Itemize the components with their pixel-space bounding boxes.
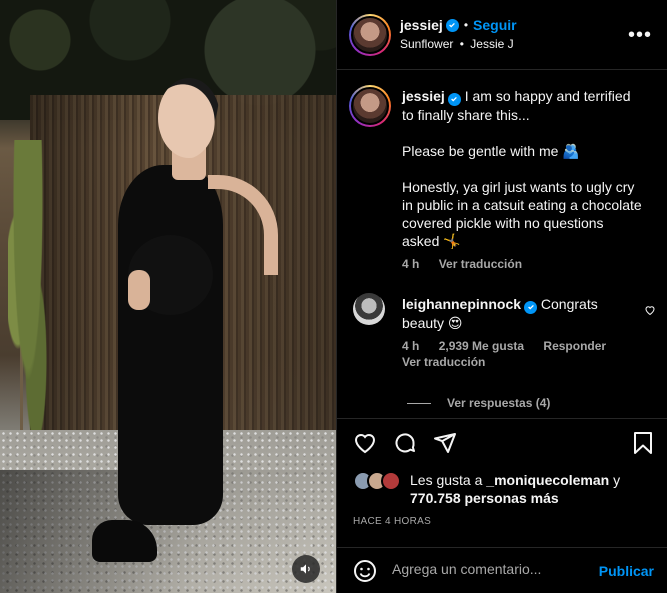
comment-time: 4 h	[402, 338, 420, 353]
audio-artist: Jessie J	[470, 37, 514, 51]
heart-icon	[354, 434, 376, 454]
commenter-username[interactable]: leighannepinnock	[402, 296, 521, 312]
comment-likes[interactable]: 2,939 Me gusta	[439, 339, 524, 353]
caption-line-2: Please be gentle with me 🫂	[402, 142, 580, 159]
post-media[interactable]	[0, 0, 336, 593]
likes-summary: Les gusta a _moniquecoleman y 770.758 pe…	[410, 471, 650, 507]
likes-count[interactable]: 770.758 personas más	[410, 489, 650, 507]
emoji-icon	[354, 560, 376, 582]
save-button[interactable]	[632, 431, 654, 455]
volume-icon	[300, 564, 310, 574]
comment-meta: 4 h 2,939 Me gusta Responder Ver traducc…	[402, 338, 642, 370]
verified-icon	[524, 300, 538, 314]
follow-button[interactable]: Seguir	[473, 17, 517, 33]
more-icon[interactable]: •••	[628, 24, 652, 47]
audio-sep: •	[459, 37, 464, 51]
comment-reply[interactable]: Responder	[543, 339, 606, 353]
comments-list[interactable]: jessiej I am so happy and terrified to f…	[337, 71, 667, 417]
bookmark-icon	[634, 432, 652, 454]
share-icon	[434, 433, 456, 453]
like-button[interactable]	[353, 431, 377, 455]
header-user-row: jessiej • Seguir	[400, 17, 517, 33]
verified-icon	[445, 18, 459, 32]
caption-line-3: Honestly, ya girl just wants to ugly cry…	[402, 178, 642, 249]
comment-item: leighannepinnock Congrats beauty 😍 4 h 2…	[402, 295, 642, 370]
comment-button[interactable]	[393, 431, 417, 455]
likes-prefix: Les gusta a	[410, 472, 483, 488]
audio-row[interactable]: Sunflower • Jessie J	[400, 37, 514, 51]
likes-user[interactable]: _moniquecoleman	[486, 472, 609, 488]
photo-figure-hand	[128, 270, 150, 310]
caption: jessiej I am so happy and terrified to f…	[402, 87, 642, 273]
caption-meta: 4 h Ver traducción	[402, 255, 642, 273]
volume-button[interactable]	[292, 555, 320, 583]
likers-avatars[interactable]	[353, 471, 401, 491]
commenter-avatar[interactable]	[353, 293, 385, 325]
likes-connector: y	[613, 472, 621, 488]
header-dot: •	[463, 18, 469, 32]
author-avatar[interactable]	[349, 14, 391, 56]
post-time[interactable]: HACE 4 HORAS	[353, 516, 431, 527]
caption-translate[interactable]: Ver traducción	[439, 257, 522, 271]
author-avatar-image	[351, 16, 389, 54]
emoji-button[interactable]	[353, 559, 377, 583]
post-header: jessiej • Seguir Sunflower • Jessie J ••…	[337, 0, 667, 70]
caption-time: 4 h	[402, 256, 420, 271]
comment-like-icon[interactable]	[644, 304, 656, 316]
author-username[interactable]: jessiej	[400, 17, 443, 33]
view-replies-label: Ver respuestas (4)	[447, 396, 551, 410]
verified-icon	[447, 92, 461, 106]
caption-avatar[interactable]	[349, 85, 391, 127]
caption-avatar-image	[351, 87, 389, 125]
replies-line	[407, 402, 431, 404]
post-panel: jessiej • Seguir Sunflower • Jessie J ••…	[336, 0, 667, 593]
audio-title: Sunflower	[400, 37, 454, 51]
comment-input[interactable]	[392, 561, 582, 577]
comment-icon	[395, 433, 415, 453]
publish-button[interactable]: Publicar	[599, 563, 654, 579]
liker-avatar	[381, 471, 401, 491]
photo-figure-head	[158, 78, 220, 158]
comment-form: Publicar	[337, 547, 667, 593]
post-actions: Les gusta a _moniquecoleman y 770.758 pe…	[337, 418, 667, 593]
caption-username[interactable]: jessiej	[402, 88, 445, 104]
photo-plant	[8, 140, 48, 440]
view-replies[interactable]: Ver respuestas (4)	[407, 396, 550, 410]
share-button[interactable]	[433, 431, 457, 455]
comment-translate[interactable]: Ver traducción	[402, 354, 642, 370]
